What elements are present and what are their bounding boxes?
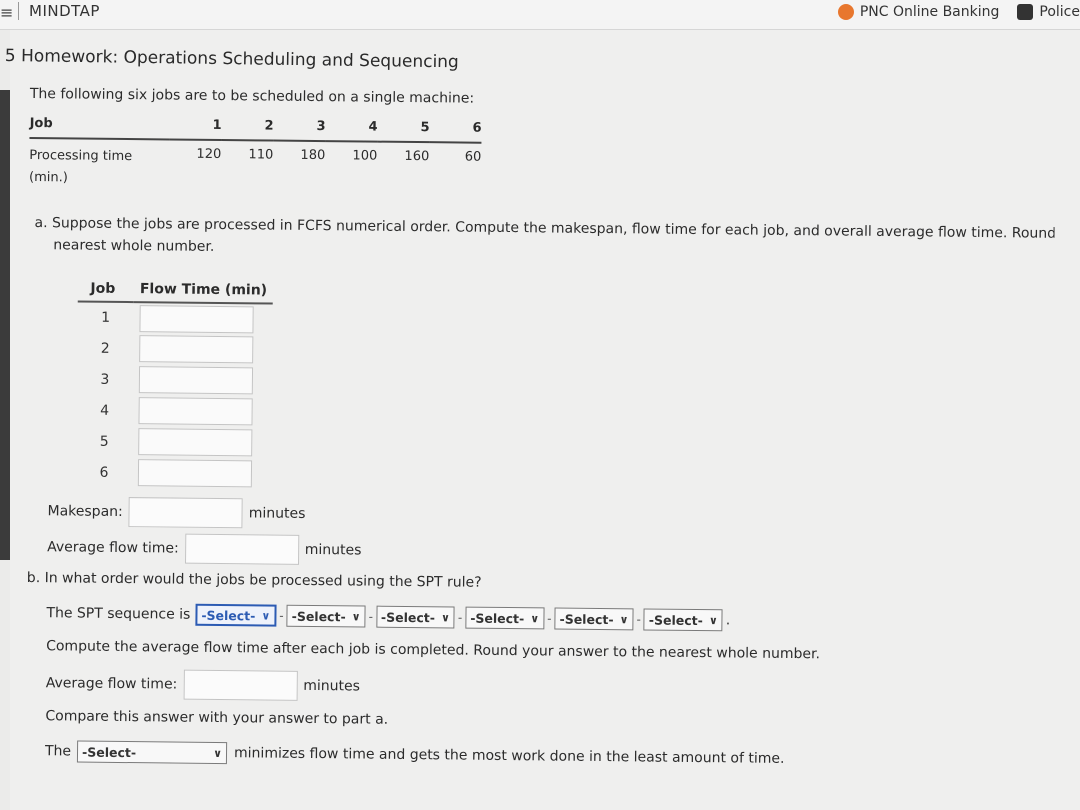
table-row: 1: [77, 302, 273, 335]
browser-topbar: ≡ MINDTAP PNC Online Banking Police: [0, 0, 1080, 30]
avg-flow-b-input[interactable]: [183, 669, 298, 701]
chevron-down-icon: ∨: [213, 746, 223, 760]
final-rule-select-value: -Select-: [82, 744, 137, 760]
spt-select-4[interactable]: -Select- ∨: [465, 606, 545, 630]
spt-select-6-value: -Select-: [648, 612, 703, 628]
sequence-separator: -: [368, 609, 374, 624]
flow-job-number: 2: [100, 340, 110, 357]
avg-flow-b-row: Average flow time: minutes: [46, 668, 361, 701]
makespan-unit: minutes: [248, 505, 306, 522]
sequence-separator: -: [279, 608, 284, 623]
chevron-down-icon: ∨: [261, 608, 271, 623]
pnc-logo-icon: [837, 4, 854, 20]
chevron-down-icon: ∨: [351, 609, 361, 623]
job-col-6: 6: [429, 118, 482, 143]
processing-time-cell: 120: [196, 146, 222, 163]
spt-select-1-value: -Select-: [201, 607, 256, 623]
spt-select-3-value: -Select-: [380, 609, 436, 625]
left-nav-stripe: [0, 90, 10, 560]
table-row: 2: [77, 333, 273, 366]
final-prefix: The: [44, 743, 72, 760]
spt-select-6[interactable]: -Select- ∨: [643, 608, 723, 632]
flow-time-input-2[interactable]: [139, 335, 254, 364]
spt-select-5[interactable]: -Select- ∨: [554, 607, 634, 631]
flow-job-number: 1: [101, 309, 111, 326]
processing-time-cell: 100: [352, 148, 378, 164]
job-col-5: 5: [377, 117, 430, 143]
makespan-input[interactable]: [128, 497, 243, 529]
sequence-separator: -: [457, 610, 463, 625]
chevron-down-icon: ∨: [530, 611, 540, 625]
spt-select-3[interactable]: -Select- ∨: [375, 605, 456, 629]
sequence-separator: -: [636, 612, 641, 627]
job-col-3: 3: [273, 116, 326, 142]
flow-time-input-4[interactable]: [138, 397, 253, 426]
table-row: 5: [76, 426, 272, 459]
bookmark-police[interactable]: Police: [1017, 4, 1080, 20]
bookmark-pnc-label: PNC Online Banking: [859, 4, 1000, 20]
spt-select-5-value: -Select-: [559, 611, 614, 627]
chevron-down-icon: ∨: [708, 613, 718, 627]
jobs-header-label: Job: [29, 113, 170, 140]
bookmark-police-label: Police: [1039, 4, 1080, 20]
spt-select-1[interactable]: -Select- ∨: [195, 603, 277, 627]
processing-time-cell: 160: [404, 148, 430, 165]
bookmarks-bar: PNC Online Banking Police: [837, 0, 1080, 24]
menu-icon[interactable]: ≡: [0, 3, 13, 22]
chevron-down-icon: ∨: [440, 610, 450, 624]
avg-flow-a-label: Average flow time:: [47, 539, 179, 557]
sequence-separator: -: [547, 611, 552, 626]
processing-time-cell: 60: [464, 149, 482, 165]
spt-select-2-value: -Select-: [291, 608, 346, 624]
flow-job-number: 5: [99, 433, 109, 450]
job-col-4: 4: [325, 117, 378, 142]
sequence-end-mark: .: [725, 612, 731, 629]
processing-time-line2: (min.): [28, 169, 68, 186]
avg-flow-a-row: Average flow time: minutes: [47, 532, 362, 565]
avg-flow-a-unit: minutes: [304, 541, 362, 559]
police-badge-icon: [1017, 4, 1034, 20]
flow-job-number: 4: [100, 402, 110, 419]
job-col-1: 1: [169, 115, 222, 141]
table-row: 4: [76, 395, 272, 428]
makespan-label: Makespan:: [47, 503, 123, 520]
spt-select-4-value: -Select-: [470, 610, 525, 626]
table-row: 6: [76, 457, 272, 490]
processing-time-cell: 180: [300, 147, 326, 164]
avg-flow-b-unit: minutes: [303, 677, 361, 695]
avg-flow-b-label: Average flow time:: [45, 675, 178, 693]
chevron-down-icon: ∨: [619, 612, 629, 626]
final-rule-select[interactable]: -Select- ∨: [76, 740, 228, 765]
flow-header-job: Job: [77, 276, 135, 303]
final-suffix: minimizes flow time and gets the most wo…: [233, 745, 785, 767]
processing-time-label: Processing time (min.): [29, 138, 170, 192]
flow-job-number: 6: [99, 464, 109, 481]
processing-time-line1: Processing time: [29, 147, 133, 165]
flow-time-input-3[interactable]: [138, 366, 254, 395]
flow-header-flow: Flow Time (min): [133, 277, 274, 304]
app-brand[interactable]: MINDTAP: [18, 2, 100, 20]
bookmark-pnc[interactable]: PNC Online Banking: [837, 4, 1000, 20]
flow-time-input-1[interactable]: [139, 304, 254, 333]
table-row: 3: [77, 364, 273, 397]
processing-time-cell: 110: [248, 147, 274, 163]
avg-flow-a-input[interactable]: [184, 533, 299, 565]
makespan-row: Makespan: minutes: [47, 496, 306, 529]
spt-sequence-label: The SPT sequence is: [46, 605, 191, 623]
flow-job-number: 3: [100, 371, 110, 388]
job-col-2: 2: [221, 116, 274, 141]
flow-time-table: Job Flow Time (min) 1 2 3 4 5 6: [76, 276, 274, 490]
flow-time-input-5[interactable]: [138, 428, 253, 457]
spt-select-2[interactable]: -Select- ∨: [286, 604, 366, 628]
jobs-table: Job 1 2 3 4 5 6 Processing time (min.) 1…: [29, 113, 482, 196]
flow-time-input-6[interactable]: [137, 459, 253, 488]
